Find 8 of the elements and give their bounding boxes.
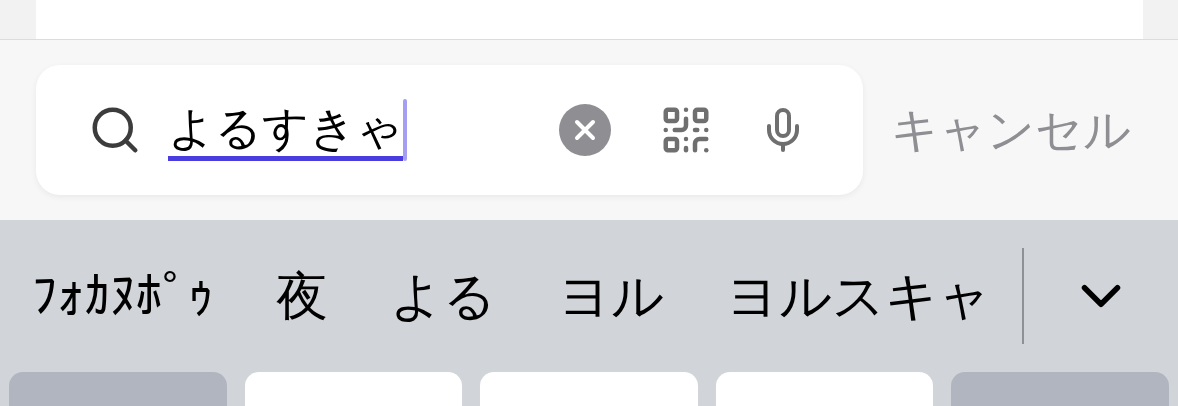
candidate-word[interactable]: ヨルスキャ	[726, 257, 991, 335]
text-caret	[403, 99, 407, 161]
candidate-word[interactable]: よる	[390, 257, 496, 335]
candidate-word[interactable]: ﾌｫｶﾇﾎﾟｩ	[32, 257, 214, 335]
clear-button[interactable]	[559, 104, 611, 156]
candidate-word[interactable]: 夜	[276, 257, 328, 335]
search-field[interactable]: よるすきゃ	[36, 65, 863, 195]
candidate-word[interactable]: ヨル	[558, 257, 664, 335]
